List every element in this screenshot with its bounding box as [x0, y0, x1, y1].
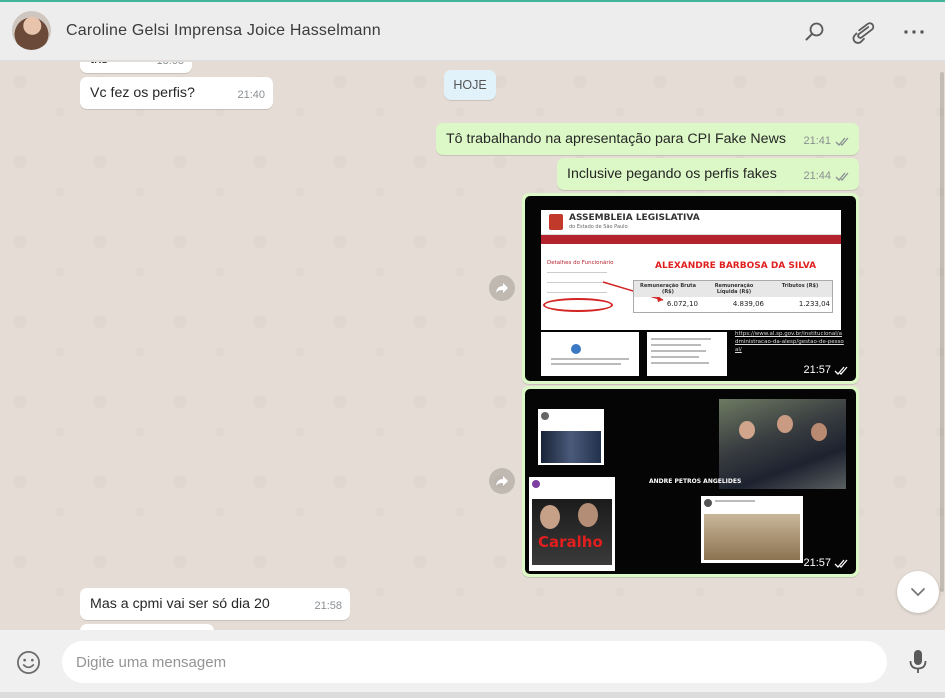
double-check-icon: [834, 366, 848, 375]
image-message[interactable]: ASSEMBLEIA LEGISLATIVA do Estado de São …: [522, 193, 859, 384]
double-check-icon: [834, 559, 848, 568]
photo-group: [719, 399, 846, 489]
forward-button[interactable]: [489, 468, 515, 494]
message-time: 21:40: [237, 89, 265, 101]
message-outgoing[interactable]: Tô trabalhando na apresentação para CPI …: [436, 123, 859, 155]
forward-icon: [496, 476, 508, 486]
message-time: 21:57: [803, 557, 850, 569]
avatar[interactable]: [12, 11, 51, 50]
menu-icon[interactable]: [902, 20, 926, 44]
image-message[interactable]: ANDRE PETROS ANGELIDES Caralho 21:57: [522, 386, 859, 577]
employee-name-heading: ALEXANDRE BARBOSA DA SILVA: [655, 261, 817, 271]
search-icon[interactable]: [803, 20, 827, 44]
forward-icon: [496, 283, 508, 293]
message-text: tks: [90, 62, 108, 69]
coat-of-arms-icon: [549, 214, 563, 230]
tweet-thumbnail: [541, 332, 639, 376]
form-thumbnail: [647, 332, 727, 376]
scroll-down-button[interactable]: [897, 571, 939, 613]
message-text: Mas a cpmi vai ser só dia 20: [90, 596, 270, 612]
attach-icon[interactable]: [852, 20, 876, 44]
column-header: Remuneração Bruta (R$): [640, 283, 696, 295]
site-nav-bar: [541, 235, 841, 244]
message-input[interactable]: [62, 641, 887, 683]
image-caption: ANDRE PETROS ANGELIDES: [649, 478, 742, 485]
site-header: ASSEMBLEIA LEGISLATIVA do Estado de São …: [541, 210, 841, 235]
message-time: 21:44: [803, 167, 851, 186]
message-time: 21:58: [314, 600, 342, 612]
message-list[interactable]: tks 18:08 HOJE Vc fez os perfis? 21:40 T…: [0, 62, 945, 630]
double-check-icon: [835, 137, 849, 146]
site-subtitle: do Estado de São Paulo: [569, 224, 628, 230]
chevron-down-icon: [911, 588, 925, 597]
double-check-icon: [835, 172, 849, 181]
message-time: 21:57: [803, 364, 850, 376]
image-preview[interactable]: ASSEMBLEIA LEGISLATIVA do Estado de São …: [525, 196, 856, 381]
message-incoming[interactable]: tks 18:08: [80, 62, 192, 73]
message-text: Inclusive pegando os perfis fakes: [567, 166, 777, 182]
tweet-thumbnail: [701, 496, 803, 563]
url-text: https://www.al.sp.gov.br/institucional/a…: [735, 331, 844, 353]
net-value: 4.839,06: [732, 300, 764, 308]
salary-table: Remuneração Bruta (R$) Remuneração Líqui…: [633, 280, 833, 313]
tweet-thumbnail: Caralho: [529, 477, 615, 571]
forward-button[interactable]: [489, 275, 515, 301]
overlay-text: Caralho: [538, 533, 603, 551]
message-text: Tô trabalhando na apresentação para CPI …: [446, 131, 786, 147]
microphone-icon[interactable]: [908, 649, 928, 675]
chat-scrollbar[interactable]: [938, 62, 945, 630]
screenshot-alesp: ASSEMBLEIA LEGISLATIVA do Estado de São …: [541, 210, 841, 330]
detail-title: Detalhes do Funcionário: [547, 260, 614, 266]
message-incoming[interactable]: Vc fez os perfis? 21:40: [80, 77, 273, 109]
bottom-strip: [0, 692, 945, 698]
message-incoming[interactable]: Mas a cpmi vai ser só dia 20 21:58: [80, 588, 350, 620]
message-outgoing[interactable]: Inclusive pegando os perfis fakes 21:44: [557, 158, 859, 190]
site-title: ASSEMBLEIA LEGISLATIVA: [569, 213, 700, 223]
tweet-thumbnail: [538, 409, 604, 465]
message-time: 18:08: [156, 62, 184, 71]
emoji-icon[interactable]: [16, 650, 41, 675]
composer: [0, 630, 945, 692]
taxes-value: 1.233,04: [798, 300, 830, 308]
gross-value: 6.072,10: [666, 300, 698, 308]
chat-header: Caroline Gelsi Imprensa Joice Hasselmann: [0, 2, 945, 61]
day-divider: HOJE: [444, 70, 496, 100]
message-text: Vc fez os perfis?: [90, 85, 195, 101]
column-header: Remuneração Líquida (R$): [714, 283, 754, 295]
contact-name[interactable]: Caroline Gelsi Imprensa Joice Hasselmann: [66, 22, 381, 40]
message-time: 21:41: [803, 132, 851, 151]
column-header: Tributos (R$): [781, 283, 819, 289]
image-preview[interactable]: ANDRE PETROS ANGELIDES Caralho 21:57: [525, 389, 856, 574]
